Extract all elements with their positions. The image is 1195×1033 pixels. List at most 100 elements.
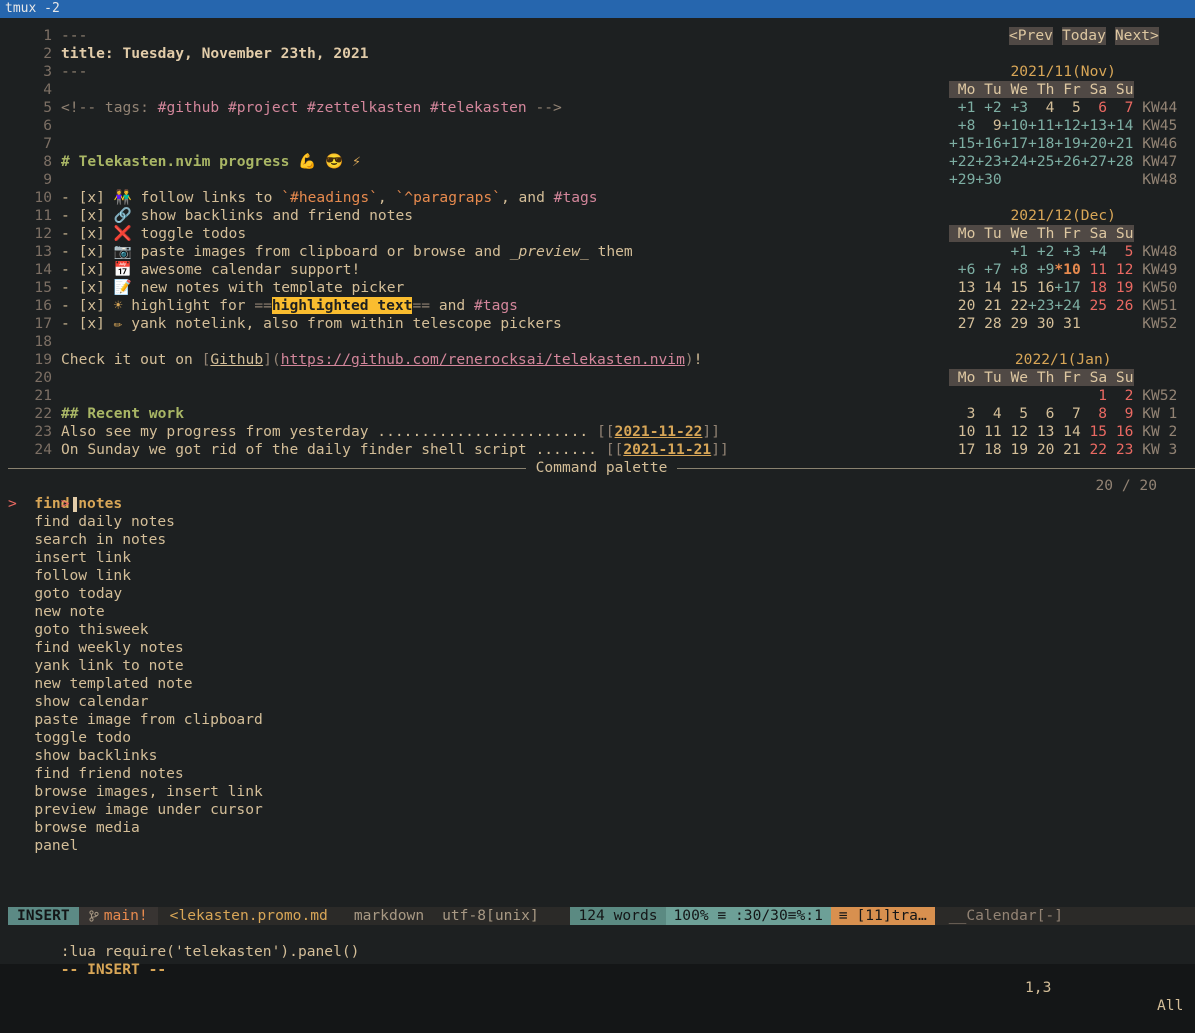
palette-item[interactable]: show calendar [8,693,1195,711]
calendar-day[interactable]: 31 [1054,315,1080,333]
calendar-day[interactable]: +6 [949,261,975,279]
calendar-day[interactable]: 20 [949,297,975,315]
calendar-day[interactable]: 26 [1107,297,1133,315]
palette-item[interactable]: search in notes [8,531,1195,549]
calendar-day[interactable]: 21 [1054,441,1080,459]
filename-label[interactable]: <lekasten.promo.md [170,907,328,925]
calendar-day[interactable]: 7 [1107,99,1133,117]
palette-item[interactable]: yank link to note [8,657,1195,675]
calendar-day[interactable]: +2 [975,99,1001,117]
calendar-day[interactable]: +11 [1028,117,1054,135]
palette-item[interactable]: find friend notes [8,765,1195,783]
calendar-day[interactable]: +12 [1054,117,1080,135]
calendar-day[interactable] [975,387,1001,405]
calendar-day[interactable] [1002,171,1028,189]
git-segment[interactable]: main! [79,907,158,925]
calendar-day[interactable]: 11 [975,423,1001,441]
calendar-day[interactable]: +3 [1054,243,1080,261]
palette-item[interactable]: insert link [8,549,1195,567]
palette-item[interactable]: paste image from clipboard [8,711,1195,729]
palette-item[interactable]: follow link [8,567,1195,585]
calendar-day[interactable]: 12 [1002,423,1028,441]
calendar-day[interactable]: +8 [949,117,975,135]
calendar-day[interactable]: 2 [1107,387,1133,405]
calendar-next-button[interactable]: Next> [1115,27,1159,45]
calendar-day[interactable]: +3 [1002,99,1028,117]
calendar-day[interactable]: +28 [1107,153,1133,171]
calendar-day[interactable]: 23 [1107,441,1133,459]
calendar-day[interactable]: +13 [1081,117,1107,135]
calendar-day[interactable]: +23 [1028,297,1054,315]
calendar-day[interactable]: +27 [1081,153,1107,171]
calendar-day[interactable]: 13 [1028,423,1054,441]
calendar-today-button[interactable]: Today [1062,27,1106,45]
calendar-day[interactable] [1002,387,1028,405]
calendar-day[interactable]: 12 [1107,261,1133,279]
calendar-day[interactable] [1028,387,1054,405]
calendar-day[interactable]: *10 [1054,261,1080,279]
calendar-day[interactable]: +21 [1107,135,1133,153]
calendar-day[interactable]: +22 [949,153,975,171]
calendar-day[interactable]: +17 [1002,135,1028,153]
calendar-day[interactable]: 15 [1002,279,1028,297]
command-line[interactable]: :lua require('telekasten').panel() [8,925,1195,943]
calendar-day[interactable]: 27 [949,315,975,333]
calendar-day[interactable]: +2 [1028,243,1054,261]
calendar-day[interactable]: +14 [1107,117,1133,135]
calendar-day[interactable]: 21 [975,297,1001,315]
calendar-day[interactable]: 28 [975,315,1001,333]
calendar-day[interactable] [1081,171,1107,189]
calendar-day[interactable]: +15 [949,135,975,153]
calendar-day[interactable]: +10 [1002,117,1028,135]
calendar-day[interactable]: 22 [1002,297,1028,315]
calendar-day[interactable]: 18 [975,441,1001,459]
calendar-day[interactable]: +23 [975,153,1001,171]
calendar-day[interactable]: 5 [1054,99,1080,117]
calendar-day[interactable]: 6 [1081,99,1107,117]
palette-item[interactable]: browse media [8,819,1195,837]
calendar-day[interactable]: 4 [1028,99,1054,117]
calendar-day[interactable] [1081,315,1107,333]
editor-window[interactable]: 1---2title: Tuesday, November 23th, 2021… [8,18,1195,459]
calendar-day[interactable]: 9 [1107,405,1133,423]
calendar-day[interactable]: 13 [949,279,975,297]
calendar-day[interactable] [1054,171,1080,189]
calendar-day[interactable]: 11 [1081,261,1107,279]
calendar-day[interactable]: +8 [1002,261,1028,279]
calendar-day[interactable]: 5 [1107,243,1133,261]
calendar-day[interactable] [1054,387,1080,405]
palette-item[interactable]: preview image under cursor [8,801,1195,819]
palette-item[interactable]: find weekly notes [8,639,1195,657]
calendar-day[interactable]: +18 [1028,135,1054,153]
palette-item[interactable]: browse images, insert link [8,783,1195,801]
calendar-day[interactable]: 14 [975,279,1001,297]
calendar-day[interactable]: 16 [1028,279,1054,297]
palette-item[interactable]: toggle todo [8,729,1195,747]
calendar-day[interactable]: 19 [1107,279,1133,297]
calendar-day[interactable]: +26 [1054,153,1080,171]
palette-item[interactable]: new note [8,603,1195,621]
calendar-day[interactable] [1028,171,1054,189]
calendar-day[interactable]: +4 [1081,243,1107,261]
calendar-day[interactable]: +1 [949,99,975,117]
calendar-day[interactable]: 30 [1028,315,1054,333]
calendar-prev-button[interactable]: <Prev [1009,27,1053,45]
palette-item[interactable]: > find notes [8,495,1195,513]
calendar-day[interactable]: 10 [949,423,975,441]
palette-item[interactable]: show backlinks [8,747,1195,765]
palette-item[interactable]: goto today [8,585,1195,603]
palette-item[interactable]: goto thisweek [8,621,1195,639]
calendar-day[interactable]: 25 [1081,297,1107,315]
calendar-day[interactable]: +20 [1081,135,1107,153]
calendar-day[interactable]: 4 [975,405,1001,423]
calendar-day[interactable]: +17 [1054,279,1080,297]
calendar-day[interactable]: +19 [1054,135,1080,153]
calendar-day[interactable]: 20 [1028,441,1054,459]
calendar-day[interactable]: 16 [1107,423,1133,441]
calendar-day[interactable]: 1 [1081,387,1107,405]
palette-prompt-input[interactable]: > 20 / 20 [8,477,1195,495]
calendar-day[interactable]: 29 [1002,315,1028,333]
calendar-day[interactable]: +30 [975,171,1001,189]
calendar-day[interactable]: 5 [1002,405,1028,423]
calendar-day[interactable]: 18 [1081,279,1107,297]
